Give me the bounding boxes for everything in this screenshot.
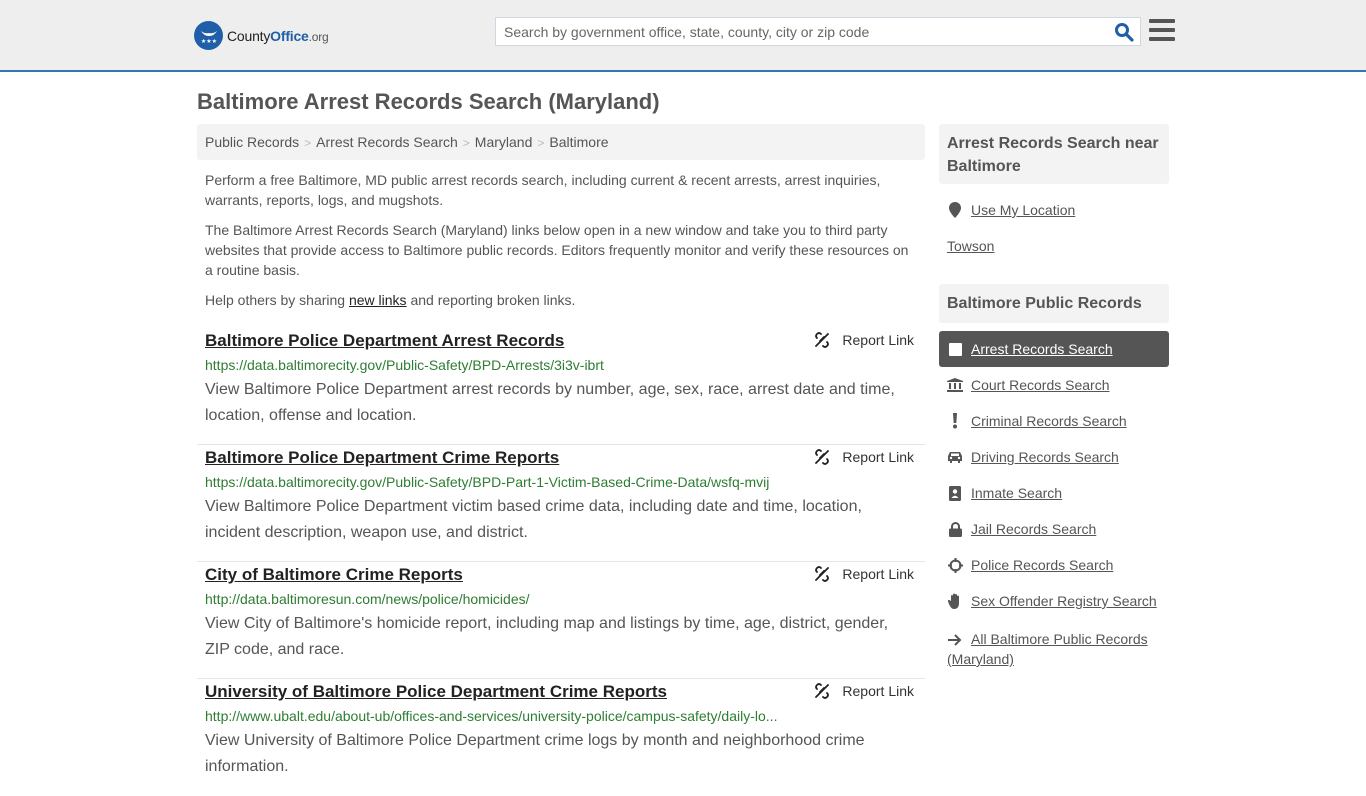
breadcrumb-arrest-records[interactable]: Arrest Records Search [316, 134, 458, 150]
nearby-heading: Arrest Records Search near Baltimore [939, 124, 1169, 184]
square-icon [947, 341, 963, 357]
result-title-link[interactable]: City of Baltimore Crime Reports [205, 565, 463, 585]
sidebar-item-arrest-records[interactable]: Arrest Records Search [947, 341, 1113, 357]
broken-link-icon [815, 449, 830, 465]
result-description: View Baltimore Police Department arrest … [205, 381, 895, 424]
svg-text:★★★: ★★★ [200, 38, 216, 45]
eagle-stars-icon: ★★★ [194, 21, 223, 50]
sidebar-item-criminal-records[interactable]: Criminal Records Search [947, 413, 1127, 429]
use-my-location-link[interactable]: Use My Location [947, 202, 1075, 218]
nearby-towson-link[interactable]: Towson [947, 238, 994, 254]
result-description: View Baltimore Police Department victim … [205, 498, 862, 541]
report-link-button[interactable]: Report Link [814, 449, 914, 465]
report-link-button[interactable]: Report Link [814, 566, 914, 582]
sidebar-item-jail-records[interactable]: Jail Records Search [947, 521, 1096, 537]
hamburger-menu-icon[interactable] [1149, 19, 1175, 43]
sidebar-item-police-records[interactable]: Police Records Search [947, 557, 1113, 573]
breadcrumb-separator: > [537, 136, 545, 150]
report-link-button[interactable]: Report Link [814, 332, 914, 348]
sidebar-item-inmate-search[interactable]: Inmate Search [947, 485, 1062, 501]
result-item: City of Baltimore Crime Reports Report L… [197, 562, 925, 679]
logo-link[interactable]: ★★★ CountyOffice.org [194, 21, 329, 50]
intro-paragraph-2: The Baltimore Arrest Records Search (Mar… [205, 222, 909, 278]
intro-paragraph-3: Help others by sharing new links and rep… [205, 292, 576, 308]
result-description: View City of Baltimore's homicide report… [205, 615, 889, 658]
result-title-link[interactable]: Baltimore Police Department Arrest Recor… [205, 331, 564, 351]
broken-link-icon [815, 683, 830, 699]
result-title-link[interactable]: University of Baltimore Police Departmen… [205, 682, 667, 702]
result-url: https://data.baltimorecity.gov/Public-Sa… [205, 357, 604, 373]
result-url: http://www.ubalt.edu/about-ub/offices-an… [205, 708, 778, 724]
search-button[interactable] [1114, 22, 1134, 42]
result-item: University of Baltimore Police Departmen… [197, 679, 925, 796]
result-item: Baltimore Police Department Crime Report… [197, 445, 925, 562]
arrow-right-icon [947, 632, 963, 648]
sidebar-item-driving-records[interactable]: Driving Records Search [947, 449, 1119, 465]
result-url: http://data.baltimoresun.com/news/police… [205, 591, 530, 607]
breadcrumb-public-records[interactable]: Public Records [205, 134, 299, 150]
exclamation-icon [947, 413, 963, 429]
breadcrumb-maryland[interactable]: Maryland [475, 134, 533, 150]
new-links-link[interactable]: new links [349, 292, 407, 308]
sidebar-item-court-records[interactable]: Court Records Search [947, 377, 1110, 393]
intro-text: Perform a free Baltimore, MD public arre… [205, 170, 917, 320]
map-marker-icon [947, 202, 963, 218]
result-title-link[interactable]: Baltimore Police Department Crime Report… [205, 448, 559, 468]
breadcrumb-separator: > [304, 136, 312, 150]
search-input[interactable] [496, 18, 1106, 45]
result-item: Baltimore Police Department Arrest Recor… [197, 328, 925, 445]
report-link-button[interactable]: Report Link [814, 683, 914, 699]
logo-text: CountyOffice.org [227, 27, 329, 44]
result-url: https://data.baltimorecity.gov/Public-Sa… [205, 474, 770, 490]
hand-icon [947, 593, 963, 609]
breadcrumb-baltimore[interactable]: Baltimore [549, 134, 608, 150]
id-badge-icon [947, 485, 963, 501]
search-bar [495, 17, 1141, 46]
breadcrumb: Public Records > Arrest Records Search > Mar… [197, 124, 925, 160]
courthouse-icon [947, 377, 963, 393]
public-records-heading: Baltimore Public Records [939, 284, 1169, 323]
broken-link-icon [815, 566, 830, 582]
breadcrumb-separator: > [462, 136, 470, 150]
intro-paragraph-1: Perform a free Baltimore, MD public arre… [205, 172, 881, 208]
site-header: ★★★ CountyOffice.org [0, 0, 1366, 72]
sidebar-item-sex-offender-registry[interactable]: Sex Offender Registry Search [947, 593, 1157, 609]
broken-link-icon [815, 332, 830, 348]
crosshairs-icon [947, 557, 963, 573]
page-title: Baltimore Arrest Records Search (Marylan… [197, 89, 660, 114]
result-description: View University of Baltimore Police Depa… [205, 732, 865, 775]
lock-icon [947, 521, 963, 537]
search-icon [1115, 23, 1134, 42]
sidebar-item-arrest-records-active[interactable]: Arrest Records Search [939, 331, 1169, 367]
results-list: Baltimore Police Department Arrest Recor… [197, 328, 925, 796]
all-public-records-link[interactable]: All Baltimore Public Records (Maryland) [947, 629, 1167, 669]
car-icon [947, 449, 963, 465]
